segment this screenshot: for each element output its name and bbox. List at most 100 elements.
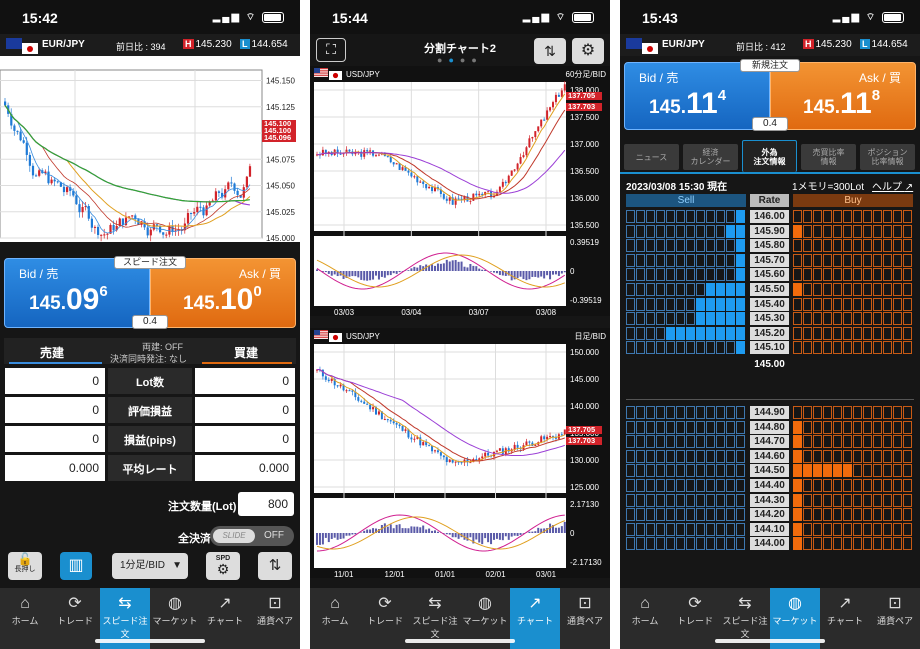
- buy-order-cell: [883, 283, 892, 296]
- split-chart-area[interactable]: USD/JPY 60分足/BID138.000137.500137.000136.…: [310, 66, 610, 586]
- ask-button[interactable]: Ask / 買 145.118: [770, 62, 916, 130]
- rotate-button[interactable]: ⇅: [258, 552, 292, 580]
- histogram-bar: [516, 533, 519, 536]
- sell-order-cell: [676, 406, 685, 419]
- tab-icon-2: ⇆: [428, 595, 442, 612]
- rate-cell: 144.10: [750, 522, 789, 536]
- buy-order-cell: [803, 268, 812, 282]
- sell-order-cell: [636, 522, 645, 536]
- rate-cell: 144.60: [750, 449, 789, 463]
- buy-order-cell: [823, 449, 832, 463]
- chart-settings-button[interactable]: ⚙: [572, 38, 604, 64]
- info-tab-1[interactable]: 経済 カレンダー: [683, 144, 738, 170]
- sell-order-cell: [686, 326, 695, 340]
- histogram-bar: [484, 533, 487, 539]
- sell-order-cell: [636, 493, 645, 507]
- tab-item-4[interactable]: ↗ チャート: [200, 588, 250, 649]
- sell-order-cell: [716, 297, 725, 311]
- candle-body: [422, 442, 425, 446]
- buy-order-cell: [853, 253, 862, 267]
- info-tab-4[interactable]: ポジション 比率情報: [860, 144, 915, 170]
- histogram-bar: [516, 271, 519, 279]
- buy-order-cell: [823, 283, 832, 296]
- buy-order-cell: [873, 210, 882, 223]
- tab-item-4[interactable]: ↗ チャート: [510, 588, 560, 649]
- timeframe-select[interactable]: 1分足/BID ▼: [112, 553, 188, 579]
- histogram-bar: [493, 271, 495, 273]
- help-link[interactable]: ヘルプ ↗: [872, 178, 913, 193]
- jp-flag-icon: [642, 43, 658, 54]
- buy-order-cell: [803, 537, 812, 551]
- sell-position-tab[interactable]: 売建: [40, 344, 64, 361]
- candle-body: [419, 181, 422, 183]
- sell-order-cell: [736, 210, 745, 223]
- histogram-bar: [534, 271, 537, 277]
- sell-order-cell: [656, 297, 665, 311]
- tab-item-1[interactable]: ⟳ トレード: [50, 588, 100, 649]
- buy-position-tab[interactable]: 買建: [234, 344, 258, 361]
- buy-order-cell: [893, 341, 902, 355]
- chart-mode-button[interactable]: ▥: [60, 552, 92, 580]
- tab-item-0[interactable]: ⌂ ホーム: [620, 588, 670, 649]
- tab-item-1[interactable]: ⟳ トレード: [670, 588, 720, 649]
- sell-order-cell: [676, 464, 685, 478]
- price-tag-label: 137.705: [568, 425, 595, 434]
- page-dots[interactable]: ●●●●: [437, 55, 483, 65]
- sell-order-cell: [736, 537, 745, 551]
- sell-order-cell: [706, 522, 715, 536]
- info-tab-label: 経済 カレンダー: [690, 148, 731, 166]
- pair-bar[interactable]: EUR/JPY 前日比 : 412 H 145.230 L 144.654: [620, 34, 920, 56]
- bid-button[interactable]: Bid / 売 145.114: [624, 62, 770, 130]
- candle-body: [155, 224, 159, 226]
- buy-order-cell: [883, 268, 892, 282]
- histogram-bar: [475, 266, 478, 271]
- tab-item-5[interactable]: ⊡ 通貨ペア: [870, 588, 920, 649]
- price-chart[interactable]: 145.150145.125145.100145.075145.050145.0…: [0, 56, 300, 242]
- sell-order-cell: [636, 239, 645, 253]
- tab-item-0[interactable]: ⌂ ホーム: [0, 588, 50, 649]
- bid-price-big: 09: [65, 283, 100, 316]
- all-settle-toggle[interactable]: SLIDE OFF: [210, 526, 294, 546]
- buy-order-cell: [863, 326, 872, 340]
- buy-order-cell: [803, 224, 812, 238]
- speed-settings-button[interactable]: SPD ⚙: [206, 552, 240, 580]
- tab-item-5[interactable]: ⊡ 通貨ペア: [250, 588, 300, 649]
- jp-flag-sun: [332, 72, 339, 79]
- sell-order-cell: [626, 268, 635, 282]
- datetime: 2023/03/08 15:30 現在: [626, 182, 728, 193]
- buy-order-cell: [823, 537, 832, 551]
- candle-body: [525, 147, 528, 156]
- flag-stripe: [314, 335, 328, 337]
- histogram-bar: [351, 533, 354, 535]
- candle-body: [389, 420, 392, 422]
- histogram-bar: [401, 528, 404, 533]
- info-tab-2[interactable]: 外為 注文情報: [742, 140, 797, 172]
- tab-item-0[interactable]: ⌂ ホーム: [310, 588, 360, 649]
- histogram-bar: [490, 533, 493, 545]
- sell-order-cell: [666, 297, 675, 311]
- histogram-bar: [466, 267, 469, 271]
- pair-bar[interactable]: EUR/JPY 前日比 : 394 H 145.230 L 144.654: [0, 34, 300, 56]
- buy-order-cell: [883, 537, 892, 551]
- tab-item-4[interactable]: ↗ チャート: [820, 588, 870, 649]
- lock-button[interactable]: 🔓 長押し: [8, 552, 42, 580]
- sell-order-cell: [636, 341, 645, 355]
- histogram-bar: [360, 271, 363, 280]
- sell-order-cell: [666, 420, 675, 434]
- histogram-bar: [392, 528, 395, 533]
- tab-item-5[interactable]: ⊡ 通貨ペア: [560, 588, 610, 649]
- rate-cell: 145.70: [750, 253, 789, 267]
- qty-input[interactable]: 800: [238, 492, 294, 516]
- buy-order-cell: [893, 449, 902, 463]
- buy-order-cell: [893, 253, 902, 267]
- info-tab-3[interactable]: 売買比率 情報: [801, 144, 856, 170]
- slide-knob[interactable]: SLIDE: [213, 529, 255, 543]
- tab-label: スピード注文: [722, 616, 768, 639]
- plot-frame: [0, 69, 263, 239]
- sell-order-cell: [736, 464, 745, 478]
- rotate-button[interactable]: ⇅: [534, 38, 566, 64]
- info-tab-0[interactable]: ニュース: [624, 144, 679, 170]
- sell-order-cell: [636, 406, 645, 419]
- tab-item-1[interactable]: ⟳ トレード: [360, 588, 410, 649]
- tab-icon-5: ⊡: [268, 595, 282, 612]
